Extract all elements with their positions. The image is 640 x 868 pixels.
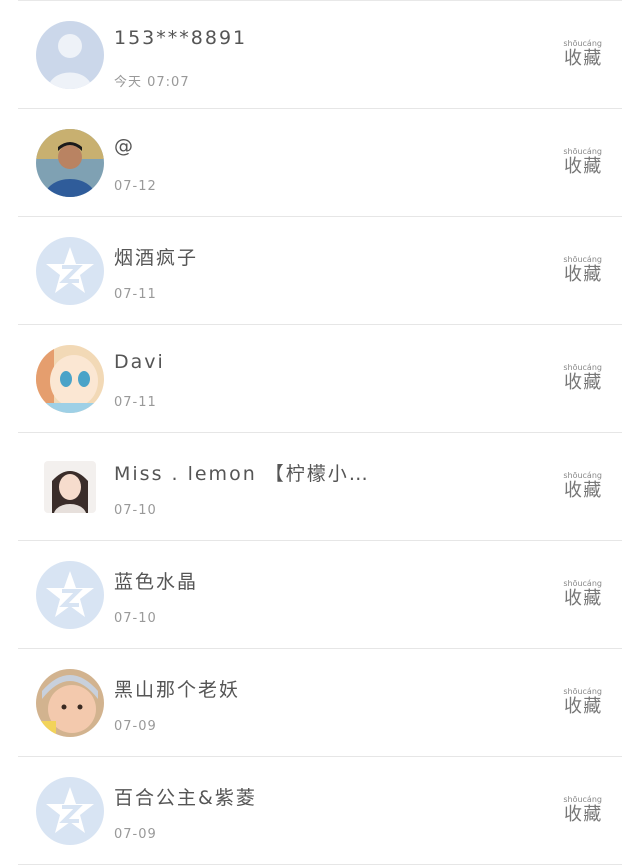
timestamp: 07-10	[114, 503, 157, 518]
collection-list: 153***8891 今天 07:07 收shōu藏cáng @ 07-12 收…	[0, 0, 640, 868]
contact-name: 蓝色水晶	[114, 571, 199, 593]
photo-avatar-boy-icon[interactable]	[36, 129, 104, 197]
favorite-button[interactable]: 收shōu藏cáng	[563, 363, 602, 394]
contact-name: Miss . lemon 【柠檬小…	[114, 463, 370, 485]
contact-name: 百合公主&紫菱	[114, 787, 257, 809]
list-item[interactable]: 百合公主&紫菱 07-09 收shōu藏cáng	[18, 757, 622, 865]
qzone-star-avatar-icon[interactable]	[36, 237, 104, 305]
timestamp: 07-11	[114, 395, 157, 410]
favorite-button[interactable]: 收shōu藏cáng	[563, 795, 602, 826]
favorite-button[interactable]: 收shōu藏cáng	[563, 39, 602, 70]
timestamp: 07-09	[114, 719, 157, 734]
timestamp: 07-12	[114, 179, 157, 194]
photo-avatar-baby-icon[interactable]	[36, 669, 104, 737]
favorite-button[interactable]: 收shōu藏cáng	[563, 147, 602, 178]
contact-name: 黑山那个老妖	[114, 679, 241, 701]
favorite-button[interactable]: 收shōu藏cáng	[563, 255, 602, 286]
contact-name: @	[114, 135, 135, 157]
favorite-button[interactable]: 收shōu藏cáng	[563, 471, 602, 502]
contact-name: Davi	[114, 351, 165, 373]
qzone-star-avatar-icon[interactable]	[36, 561, 104, 629]
list-item[interactable]: 黑山那个老妖 07-09 收shōu藏cáng	[18, 649, 622, 757]
timestamp: 07-09	[114, 827, 157, 842]
photo-avatar-girl-icon[interactable]	[44, 461, 96, 513]
timestamp: 今天 07:07	[114, 75, 190, 90]
contact-name: 153***8891	[114, 27, 248, 49]
timestamp: 07-10	[114, 611, 157, 626]
default-person-avatar-icon[interactable]	[36, 21, 104, 89]
favorite-button[interactable]: 收shōu藏cáng	[563, 579, 602, 610]
list-item[interactable]: 蓝色水晶 07-10 收shōu藏cáng	[18, 541, 622, 649]
list-item[interactable]: Davi 07-11 收shōu藏cáng	[18, 325, 622, 433]
list-item[interactable]: 烟酒疯子 07-11 收shōu藏cáng	[18, 217, 622, 325]
contact-name: 烟酒疯子	[114, 247, 199, 269]
qzone-star-avatar-icon[interactable]	[36, 777, 104, 845]
favorite-button[interactable]: 收shōu藏cáng	[563, 687, 602, 718]
list-item[interactable]: 153***8891 今天 07:07 收shōu藏cáng	[18, 1, 622, 109]
anime-avatar-icon[interactable]	[36, 345, 104, 413]
timestamp: 07-11	[114, 287, 157, 302]
list-item[interactable]: @ 07-12 收shōu藏cáng	[18, 109, 622, 217]
list-item[interactable]: Miss . lemon 【柠檬小… 07-10 收shōu藏cáng	[18, 433, 622, 541]
